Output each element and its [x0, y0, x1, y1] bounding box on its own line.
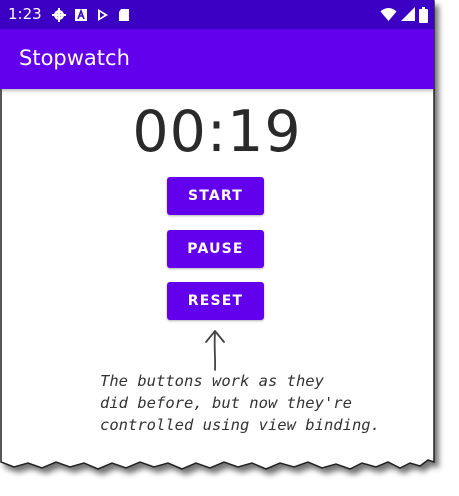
timer-display: 00:19: [132, 99, 302, 165]
sd-card-icon: [119, 9, 129, 21]
reset-button[interactable]: RESET: [167, 282, 264, 320]
app-bar: Stopwatch: [0, 29, 434, 89]
pause-button[interactable]: PAUSE: [167, 230, 264, 268]
handwritten-annotation: The buttons work as they did before, but…: [100, 370, 420, 436]
app-title: Stopwatch: [19, 46, 130, 70]
battery-icon: [419, 6, 428, 23]
signal-icon: [401, 7, 415, 21]
annotation-line: controlled using view binding.: [100, 416, 380, 434]
annotation-arrow-icon: [205, 330, 225, 371]
gear-icon: [52, 8, 66, 22]
start-button[interactable]: START: [167, 177, 264, 215]
status-time: 1:23: [8, 5, 42, 23]
a-icon: [75, 8, 87, 21]
annotation-line: The buttons work as they: [100, 372, 324, 390]
play-store-icon: [98, 9, 108, 21]
annotation-line: did before, but now they're: [100, 394, 352, 412]
wifi-icon: [380, 8, 397, 21]
status-bar: 1:23: [0, 0, 434, 29]
